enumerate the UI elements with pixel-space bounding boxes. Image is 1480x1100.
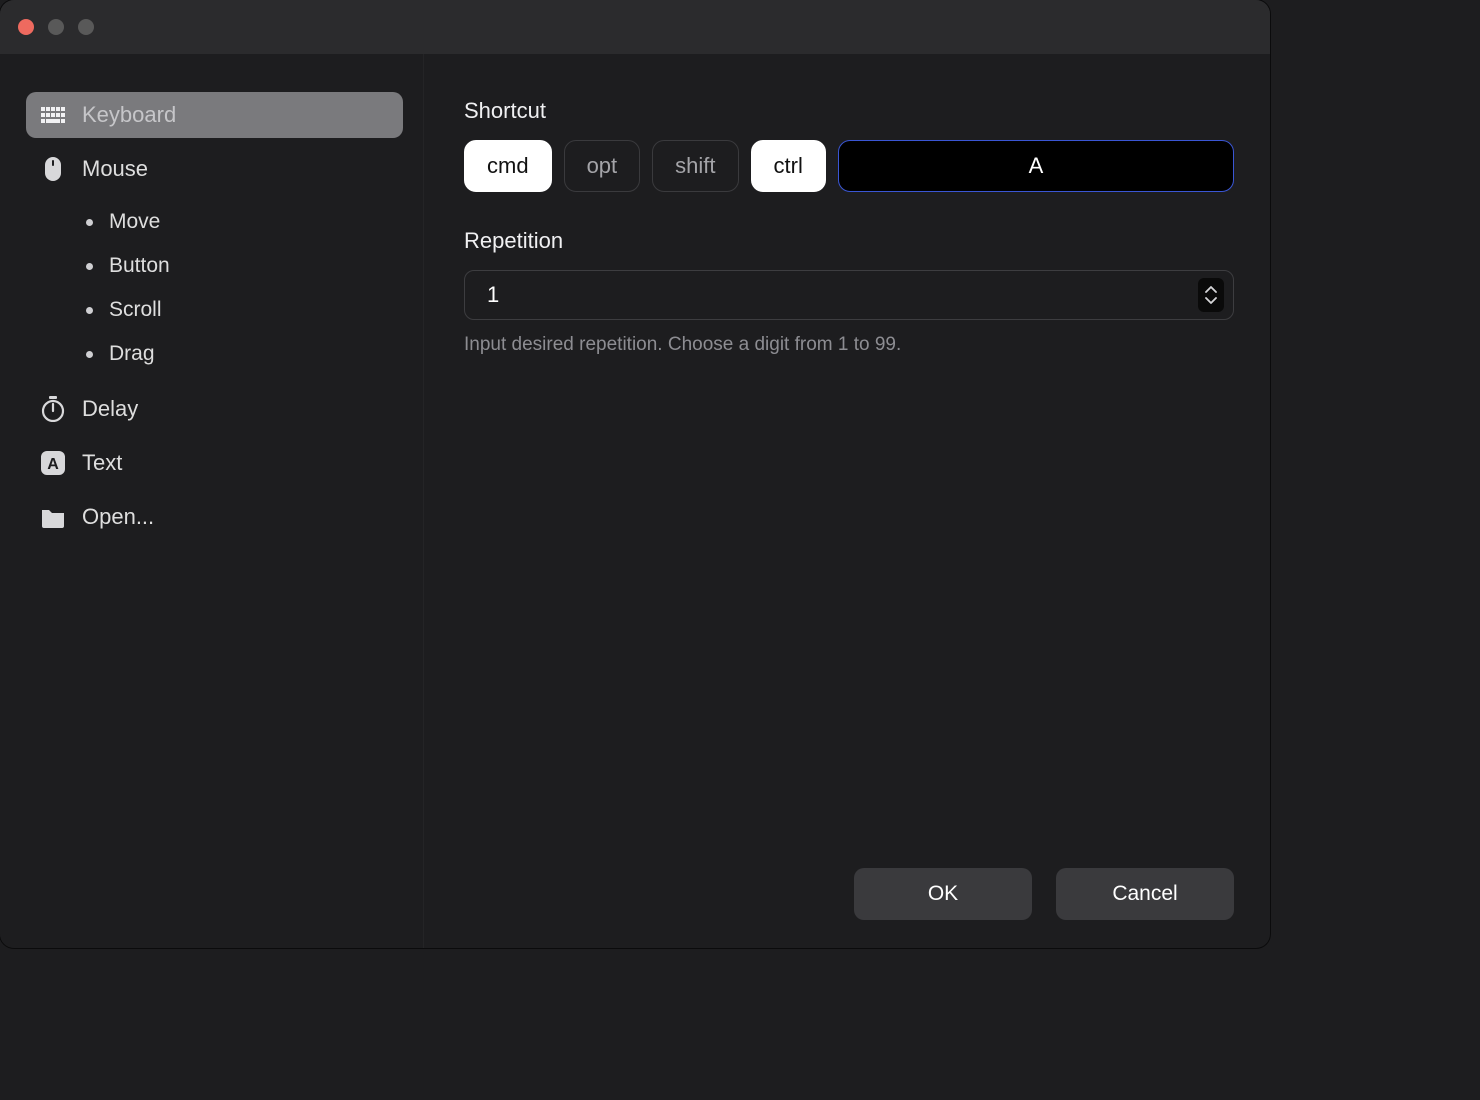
repetition-field-wrap (464, 270, 1234, 320)
sidebar-subitem-scroll[interactable]: Scroll (74, 288, 403, 332)
sidebar-subitem-label: Button (109, 254, 170, 278)
text-letter-icon: A (40, 450, 66, 476)
sidebar-item-label: Delay (82, 396, 138, 422)
shortcut-key-input[interactable] (838, 140, 1234, 192)
sidebar-subitem-label: Scroll (109, 298, 162, 322)
folder-icon (40, 504, 66, 530)
chevron-down-icon (1205, 296, 1217, 304)
shortcut-section-label: Shortcut (464, 98, 1234, 124)
modifier-ctrl-button[interactable]: ctrl (751, 140, 826, 192)
sidebar-subitem-button[interactable]: Button (74, 244, 403, 288)
traffic-lights (18, 19, 94, 35)
cancel-button[interactable]: Cancel (1056, 868, 1234, 920)
ok-button[interactable]: OK (854, 868, 1032, 920)
bullet-icon (86, 351, 93, 358)
zoom-window-button[interactable] (78, 19, 94, 35)
mouse-icon (40, 156, 66, 182)
chevron-up-icon (1205, 286, 1217, 294)
close-window-button[interactable] (18, 19, 34, 35)
modifier-cmd-button[interactable]: cmd (464, 140, 552, 192)
repetition-hint-text: Input desired repetition. Choose a digit… (464, 334, 1234, 356)
sidebar-item-keyboard[interactable]: Keyboard (26, 92, 403, 138)
bullet-icon (86, 263, 93, 270)
sidebar-subitem-label: Drag (109, 342, 155, 366)
modifier-shift-button[interactable]: shift (652, 140, 738, 192)
sidebar-item-text[interactable]: A Text (26, 440, 403, 486)
bullet-icon (86, 219, 93, 226)
svg-text:A: A (47, 456, 59, 473)
repetition-input[interactable] (464, 270, 1234, 320)
sidebar-item-open[interactable]: Open... (26, 494, 403, 540)
stopwatch-icon (40, 396, 66, 422)
repetition-section-label: Repetition (464, 228, 1234, 254)
sidebar-item-label: Keyboard (82, 102, 176, 128)
keyboard-icon (40, 102, 66, 128)
minimize-window-button[interactable] (48, 19, 64, 35)
sidebar-subitem-move[interactable]: Move (74, 200, 403, 244)
body: Keyboard Mouse Move Button (0, 54, 1270, 948)
sidebar-subitem-label: Move (109, 210, 160, 234)
bullet-icon (86, 307, 93, 314)
sidebar-item-delay[interactable]: Delay (26, 386, 403, 432)
mouse-subitems: Move Button Scroll Drag (74, 200, 403, 376)
repetition-stepper[interactable] (1198, 278, 1224, 312)
footer-buttons: OK Cancel (854, 868, 1234, 920)
titlebar (0, 0, 1270, 54)
app-window: Keyboard Mouse Move Button (0, 0, 1270, 948)
sidebar-item-mouse[interactable]: Mouse (26, 146, 403, 192)
shortcut-row: cmd opt shift ctrl (464, 140, 1234, 192)
main-panel: Shortcut cmd opt shift ctrl Repetition I… (424, 54, 1270, 948)
sidebar-subitem-drag[interactable]: Drag (74, 332, 403, 376)
sidebar: Keyboard Mouse Move Button (0, 54, 424, 948)
sidebar-item-label: Open... (82, 504, 154, 530)
sidebar-item-label: Text (82, 450, 122, 476)
modifier-opt-button[interactable]: opt (564, 140, 641, 192)
sidebar-item-label: Mouse (82, 156, 148, 182)
